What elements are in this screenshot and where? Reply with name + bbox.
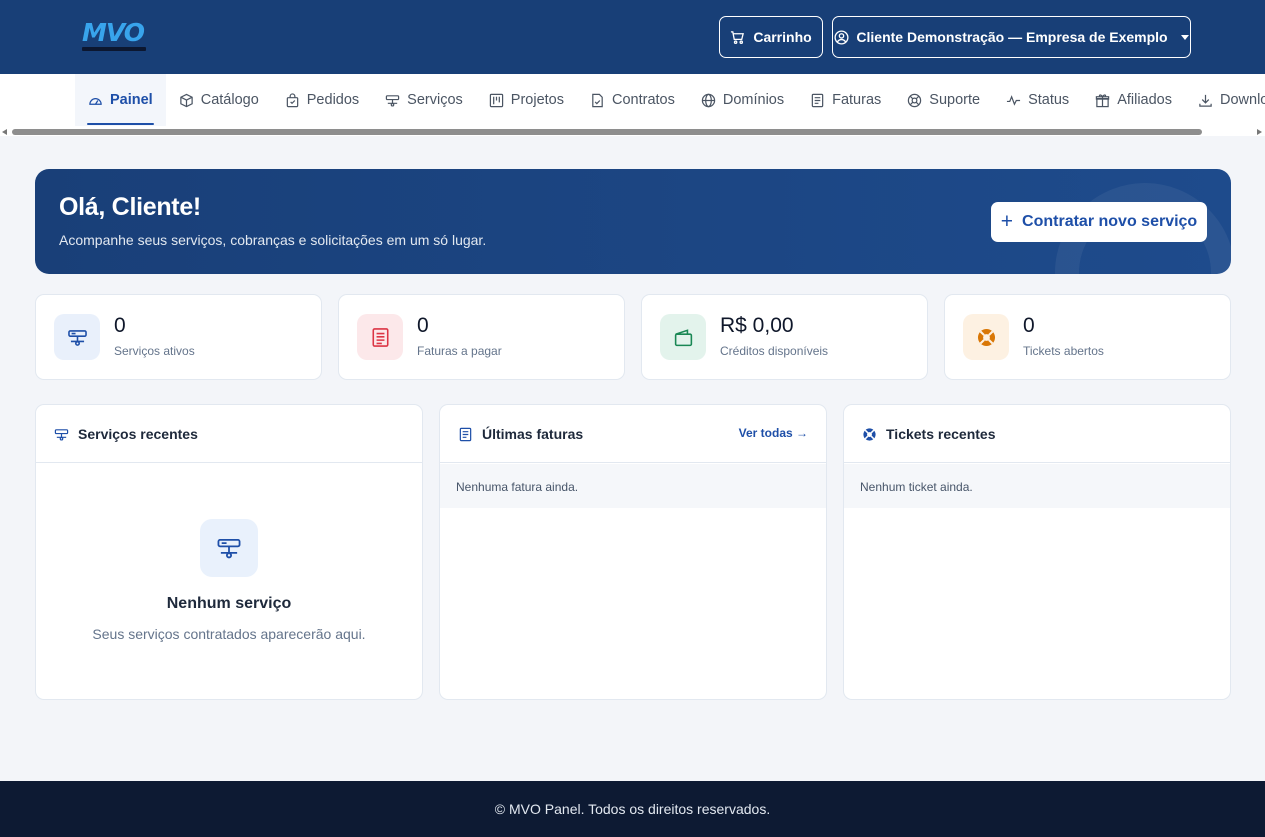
- stat-value: 0: [1023, 314, 1035, 337]
- stat-card-invoices[interactable]: 0 Faturas a pagar: [338, 294, 625, 380]
- user-menu-button[interactable]: Cliente Demonstração — Empresa de Exempl…: [832, 16, 1191, 58]
- nav-item-label: Faturas: [832, 92, 882, 108]
- life-ring-icon: [908, 93, 922, 107]
- stat-value: 0: [417, 314, 429, 337]
- user-circle-icon: [834, 29, 849, 45]
- panel-header: Últimas faturas Ver todas →: [440, 405, 826, 463]
- nav-item-label: Status: [1028, 92, 1070, 108]
- top-header: MVO Carrinho Cliente Demonstração — Empr…: [0, 0, 1265, 74]
- nav-item-label: Suporte: [929, 92, 981, 108]
- main-nav: Painel Catálogo Pedidos Serviços Projeto…: [0, 74, 1265, 136]
- nav-item-dominios[interactable]: Domínios: [688, 74, 797, 126]
- life-ring-icon: [863, 428, 876, 441]
- cart-label: Carrinho: [753, 29, 812, 45]
- recent-services-panel: Serviços recentes Nenhum serviço Seus se…: [35, 404, 423, 700]
- empty-invoices-row: Nenhuma fatura ainda.: [440, 464, 826, 508]
- stat-icon-bg: [357, 314, 403, 360]
- stat-value: 0: [114, 314, 126, 337]
- empty-state-title: Nenhum serviço: [166, 595, 292, 612]
- nav-item-projetos[interactable]: Projetos: [476, 74, 577, 126]
- receipt-icon: [811, 93, 824, 107]
- nav-item-pedidos[interactable]: Pedidos: [272, 74, 372, 126]
- scroll-right-icon[interactable]: [1257, 129, 1262, 135]
- nav-item-servicos[interactable]: Serviços: [372, 74, 476, 126]
- nav-item-label: Downloads: [1220, 92, 1265, 108]
- scroll-left-icon[interactable]: [2, 129, 7, 135]
- cart-button[interactable]: Carrinho: [719, 16, 823, 58]
- panel-title: Serviços recentes: [78, 426, 198, 442]
- globe-icon: [701, 93, 716, 107]
- empty-state-subtitle: Seus serviços contratados aparecerão aqu…: [92, 626, 366, 642]
- nav-scrollbar[interactable]: [0, 127, 1265, 136]
- server-icon: [67, 329, 87, 346]
- stat-label: Serviços ativos: [114, 344, 195, 358]
- pulse-icon: [1007, 94, 1021, 106]
- nav-item-catalogo[interactable]: Catálogo: [166, 74, 272, 126]
- panel-header: Serviços recentes: [36, 405, 422, 463]
- nav-item-status[interactable]: Status: [993, 74, 1082, 126]
- panel-title: Tickets recentes: [886, 426, 996, 442]
- server-icon: [385, 94, 400, 107]
- gauge-icon: [89, 97, 102, 105]
- nav-item-painel[interactable]: Painel: [75, 74, 166, 126]
- logo-tagline: [82, 47, 146, 51]
- nav-item-label: Catálogo: [200, 92, 259, 108]
- view-all-link[interactable]: Ver todas →: [739, 426, 808, 440]
- gift-icon: [1095, 93, 1110, 107]
- receipt-icon: [459, 427, 472, 442]
- recent-tickets-panel: Tickets recentes Nenhum ticket ainda.: [843, 404, 1231, 700]
- bag-icon: [286, 92, 299, 107]
- nav-item-label: Pedidos: [306, 92, 360, 108]
- new-service-button[interactable]: + Contratar novo serviço: [991, 202, 1207, 242]
- nav-item-label: Serviços: [407, 92, 463, 108]
- empty-state-icon-bg: [200, 519, 258, 577]
- server-icon: [217, 538, 241, 559]
- welcome-title: Olá, Cliente!: [59, 193, 201, 221]
- panel-title: Últimas faturas: [482, 426, 584, 442]
- stat-icon-bg: [963, 314, 1009, 360]
- footer-copyright: © MVO Panel. Todos os direitos reservado…: [494, 801, 771, 817]
- stat-icon-bg: [54, 314, 100, 360]
- nav-item-faturas[interactable]: Faturas: [797, 74, 894, 126]
- welcome-banner: Olá, Cliente! Acompanhe seus serviços, c…: [35, 169, 1231, 274]
- nav-item-label: Afiliados: [1117, 92, 1172, 108]
- nav-item-label: Painel: [110, 92, 153, 108]
- cart-icon: [731, 30, 745, 44]
- stat-label: Tickets abertos: [1023, 344, 1104, 358]
- stat-label: Créditos disponíveis: [720, 344, 829, 358]
- stat-value: R$ 0,00: [720, 314, 794, 337]
- download-icon: [1199, 94, 1212, 107]
- user-menu-label: Cliente Demonstração — Empresa de Exempl…: [856, 29, 1168, 45]
- box-icon: [179, 93, 193, 107]
- new-service-label: Contratar novo serviço: [1022, 213, 1198, 230]
- file-check-icon: [592, 93, 603, 107]
- page-footer: © MVO Panel. Todos os direitos reservado…: [0, 781, 1265, 837]
- nav-item-label: Projetos: [510, 92, 564, 108]
- stat-card-tickets[interactable]: 0 Tickets abertos: [944, 294, 1231, 380]
- nav-item-label: Domínios: [722, 92, 785, 108]
- receipt-icon: [371, 327, 389, 347]
- chevron-down-icon: [1180, 34, 1189, 40]
- stat-icon-bg: [660, 314, 706, 360]
- brand-logo[interactable]: MVO: [82, 20, 154, 54]
- life-ring-icon: [977, 328, 995, 346]
- nav-item-contratos[interactable]: Contratos: [577, 74, 688, 126]
- welcome-subtitle: Acompanhe seus serviços, cobranças e sol…: [59, 232, 487, 248]
- nav-item-suporte[interactable]: Suporte: [894, 74, 993, 126]
- stat-card-credits[interactable]: R$ 0,00 Créditos disponíveis: [641, 294, 928, 380]
- scrollbar-thumb[interactable]: [12, 129, 1202, 135]
- logo-text: MVO: [82, 18, 145, 47]
- panel-header: Tickets recentes: [844, 405, 1230, 463]
- kanban-icon: [489, 93, 503, 107]
- stat-label: Faturas a pagar: [417, 344, 502, 358]
- nav-item-label: Contratos: [611, 92, 675, 108]
- empty-tickets-row: Nenhum ticket ainda.: [844, 464, 1230, 508]
- wallet-icon: [674, 328, 692, 346]
- latest-invoices-panel: Últimas faturas Ver todas → Nenhuma fatu…: [439, 404, 827, 700]
- nav-item-afiliados[interactable]: Afiliados: [1082, 74, 1185, 126]
- nav-item-downloads[interactable]: Downloads: [1185, 74, 1265, 126]
- server-icon: [54, 429, 69, 441]
- stat-card-services[interactable]: 0 Serviços ativos: [35, 294, 322, 380]
- plus-icon: +: [1000, 209, 1014, 233]
